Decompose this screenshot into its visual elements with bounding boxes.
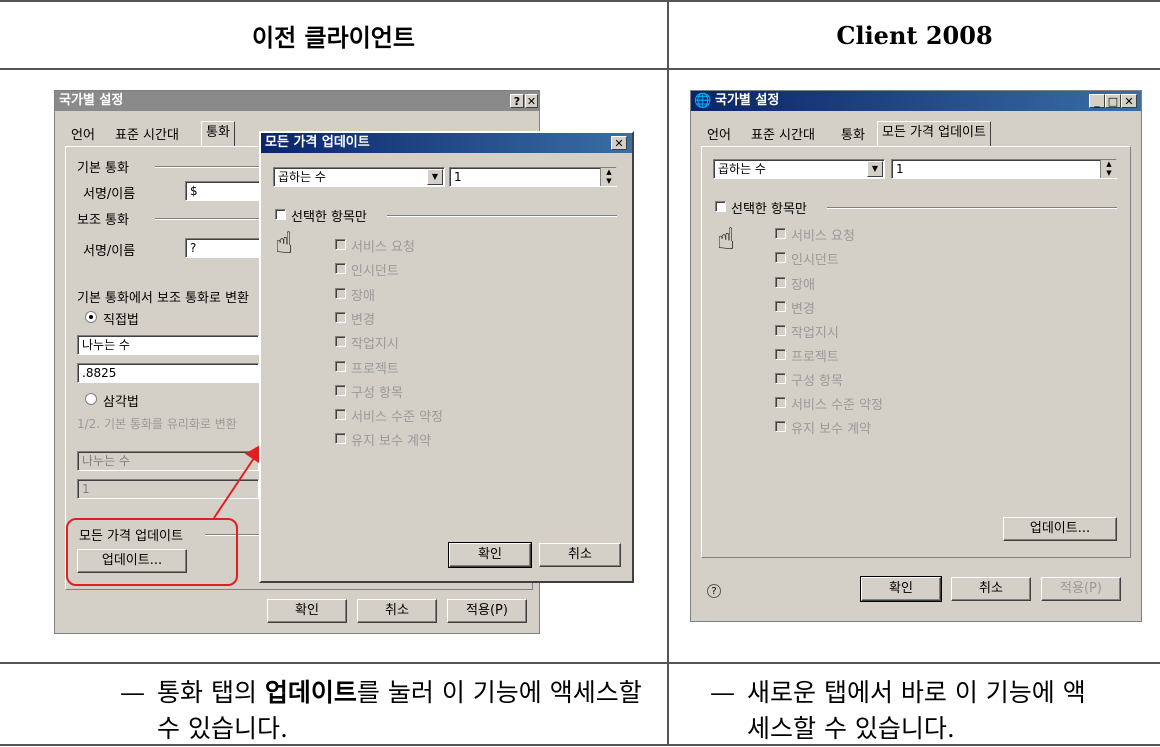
dialog-item-checkbox[interactable] (335, 263, 346, 274)
right-caption: — 새로운 탭에서 바로 이 기능에 액 세스할 수 있습니다. (710, 675, 1150, 747)
new-item-label: 작업지시 (791, 326, 839, 341)
dialog-item-checkbox[interactable] (335, 409, 346, 420)
left-caption-bold: 업데이트 (264, 678, 357, 707)
new-selected-only-label: 선택한 항목만 (731, 202, 807, 217)
new-item-label: 인시던트 (791, 253, 839, 268)
new-item-label: 프로젝트 (791, 350, 839, 365)
dialog-item-checkbox[interactable] (335, 336, 346, 347)
new-item-checkbox[interactable] (775, 373, 786, 384)
dialog-item-label: 인시던트 (351, 264, 399, 279)
dialog-item-checkbox[interactable] (335, 312, 346, 323)
new-update-button[interactable]: 업데이트... (1003, 517, 1117, 541)
dialog-item-label: 유지 보수 계약 (351, 434, 432, 449)
chevron-down-icon[interactable]: ▼ (867, 161, 883, 177)
dialog-group-rule (387, 215, 617, 217)
new-group-rule (827, 207, 1117, 209)
new-settings-title: 국가별 설정 (715, 93, 780, 108)
new-item-label: 서비스 요청 (791, 229, 855, 244)
right-caption-line-2: 세스할 수 있습니다. (747, 714, 955, 743)
left-caption: — 통화 탭의 업데이트를 눌러 이 기능에 액세스할 수 있습니다. (120, 675, 660, 747)
hand-pointer-icon: ☝ (275, 226, 294, 261)
tab-language[interactable]: 언어 (703, 125, 735, 147)
dialog-item-checkbox[interactable] (335, 361, 346, 372)
dialog-item-label: 작업지시 (351, 337, 399, 352)
dialog-operation-select[interactable]: 곱하는 수 (273, 167, 445, 187)
update-dialog-title: 모든 가격 업데이트 (265, 135, 370, 150)
new-item-checkbox[interactable] (775, 277, 786, 288)
dialog-item-label: 프로젝트 (351, 362, 399, 377)
new-item-label: 구성 항목 (791, 374, 843, 389)
dialog-item-label: 장애 (351, 289, 375, 304)
new-item-checkbox[interactable] (775, 228, 786, 239)
dialog-ok-button[interactable]: 확인 (448, 542, 532, 568)
new-cancel-button[interactable]: 취소 (951, 577, 1031, 601)
tab-timezone[interactable]: 표준 시간대 (747, 125, 819, 147)
close-icon[interactable]: ✕ (1121, 94, 1137, 108)
minimize-icon[interactable]: _ (1089, 94, 1105, 108)
caption-dash: — (120, 678, 145, 707)
dialog-selected-only-checkbox[interactable] (275, 209, 286, 220)
new-item-checkbox[interactable] (775, 252, 786, 263)
dialog-item-label: 서비스 요청 (351, 240, 415, 255)
spin-icon[interactable]: ▲ ▼ (600, 168, 617, 186)
update-prices-dialog: 모든 가격 업데이트 ✕ 곱하는 수 ▼ 1 ▲ ▼ 선택한 항목만 ☝ 서비스 … (259, 131, 634, 583)
close-icon[interactable]: ✕ (611, 136, 627, 150)
dialog-value-field[interactable]: 1 (449, 167, 617, 187)
new-item-label: 장애 (791, 278, 815, 293)
new-value-field[interactable]: 1 (891, 159, 1117, 179)
left-caption-text-2: 를 눌러 이 기능에 액세스할 (356, 678, 642, 707)
dialog-item-label: 변경 (351, 313, 375, 328)
new-apply-button[interactable]: 적용(P) (1041, 577, 1121, 601)
dialog-item-label: 구성 항목 (351, 386, 403, 401)
new-item-label: 서비스 수준 약정 (791, 398, 883, 413)
hand-pointer-icon: ☝ (717, 222, 736, 257)
new-selected-only-checkbox[interactable] (715, 201, 726, 212)
table-row-rule (0, 662, 1160, 664)
caption-dash: — (710, 678, 735, 707)
new-item-checkbox[interactable] (775, 421, 786, 432)
dialog-item-checkbox[interactable] (335, 385, 346, 396)
tab-update-all-prices[interactable]: 모든 가격 업데이트 (877, 121, 991, 147)
update-dialog-titlebar: 모든 가격 업데이트 (261, 133, 632, 153)
globe-icon: 🌐 (694, 93, 712, 109)
new-item-checkbox[interactable] (775, 349, 786, 360)
dialog-cancel-button[interactable]: 취소 (539, 543, 621, 567)
new-operation-select[interactable]: 곱하는 수 (713, 159, 885, 179)
new-item-checkbox[interactable] (775, 397, 786, 408)
new-item-label: 변경 (791, 302, 815, 317)
dialog-selected-only-label: 선택한 항목만 (291, 210, 367, 225)
help-circle-icon[interactable]: ? (707, 584, 721, 598)
new-settings-titlebar: 국가별 설정 (691, 91, 1141, 111)
new-ok-button[interactable]: 확인 (860, 576, 942, 602)
new-item-label: 유지 보수 계약 (791, 422, 872, 437)
dialog-item-checkbox[interactable] (335, 288, 346, 299)
maximize-icon[interactable]: □ (1105, 94, 1121, 108)
new-settings-window: 국가별 설정 🌐 _ □ ✕ 언어 표준 시간대 통화 모든 가격 업데이트 곱… (690, 90, 1142, 622)
chevron-down-icon[interactable]: ▼ (427, 169, 443, 185)
new-item-checkbox[interactable] (775, 325, 786, 336)
dialog-item-checkbox[interactable] (335, 239, 346, 250)
spin-icon[interactable]: ▲ ▼ (1100, 160, 1117, 178)
left-caption-text-1: 통화 탭의 (157, 678, 265, 707)
help-circle-glyph: ? (711, 586, 717, 597)
table-divider (667, 0, 669, 746)
tab-currency[interactable]: 통화 (837, 125, 869, 147)
right-column-title: Client 2008 (836, 20, 993, 50)
new-item-checkbox[interactable] (775, 301, 786, 312)
dialog-item-label: 서비스 수준 약정 (351, 410, 443, 425)
left-caption-line-2: 수 있습니다. (157, 714, 288, 743)
dialog-item-checkbox[interactable] (335, 433, 346, 444)
right-caption-line-1: 새로운 탭에서 바로 이 기능에 액 (747, 678, 1086, 707)
